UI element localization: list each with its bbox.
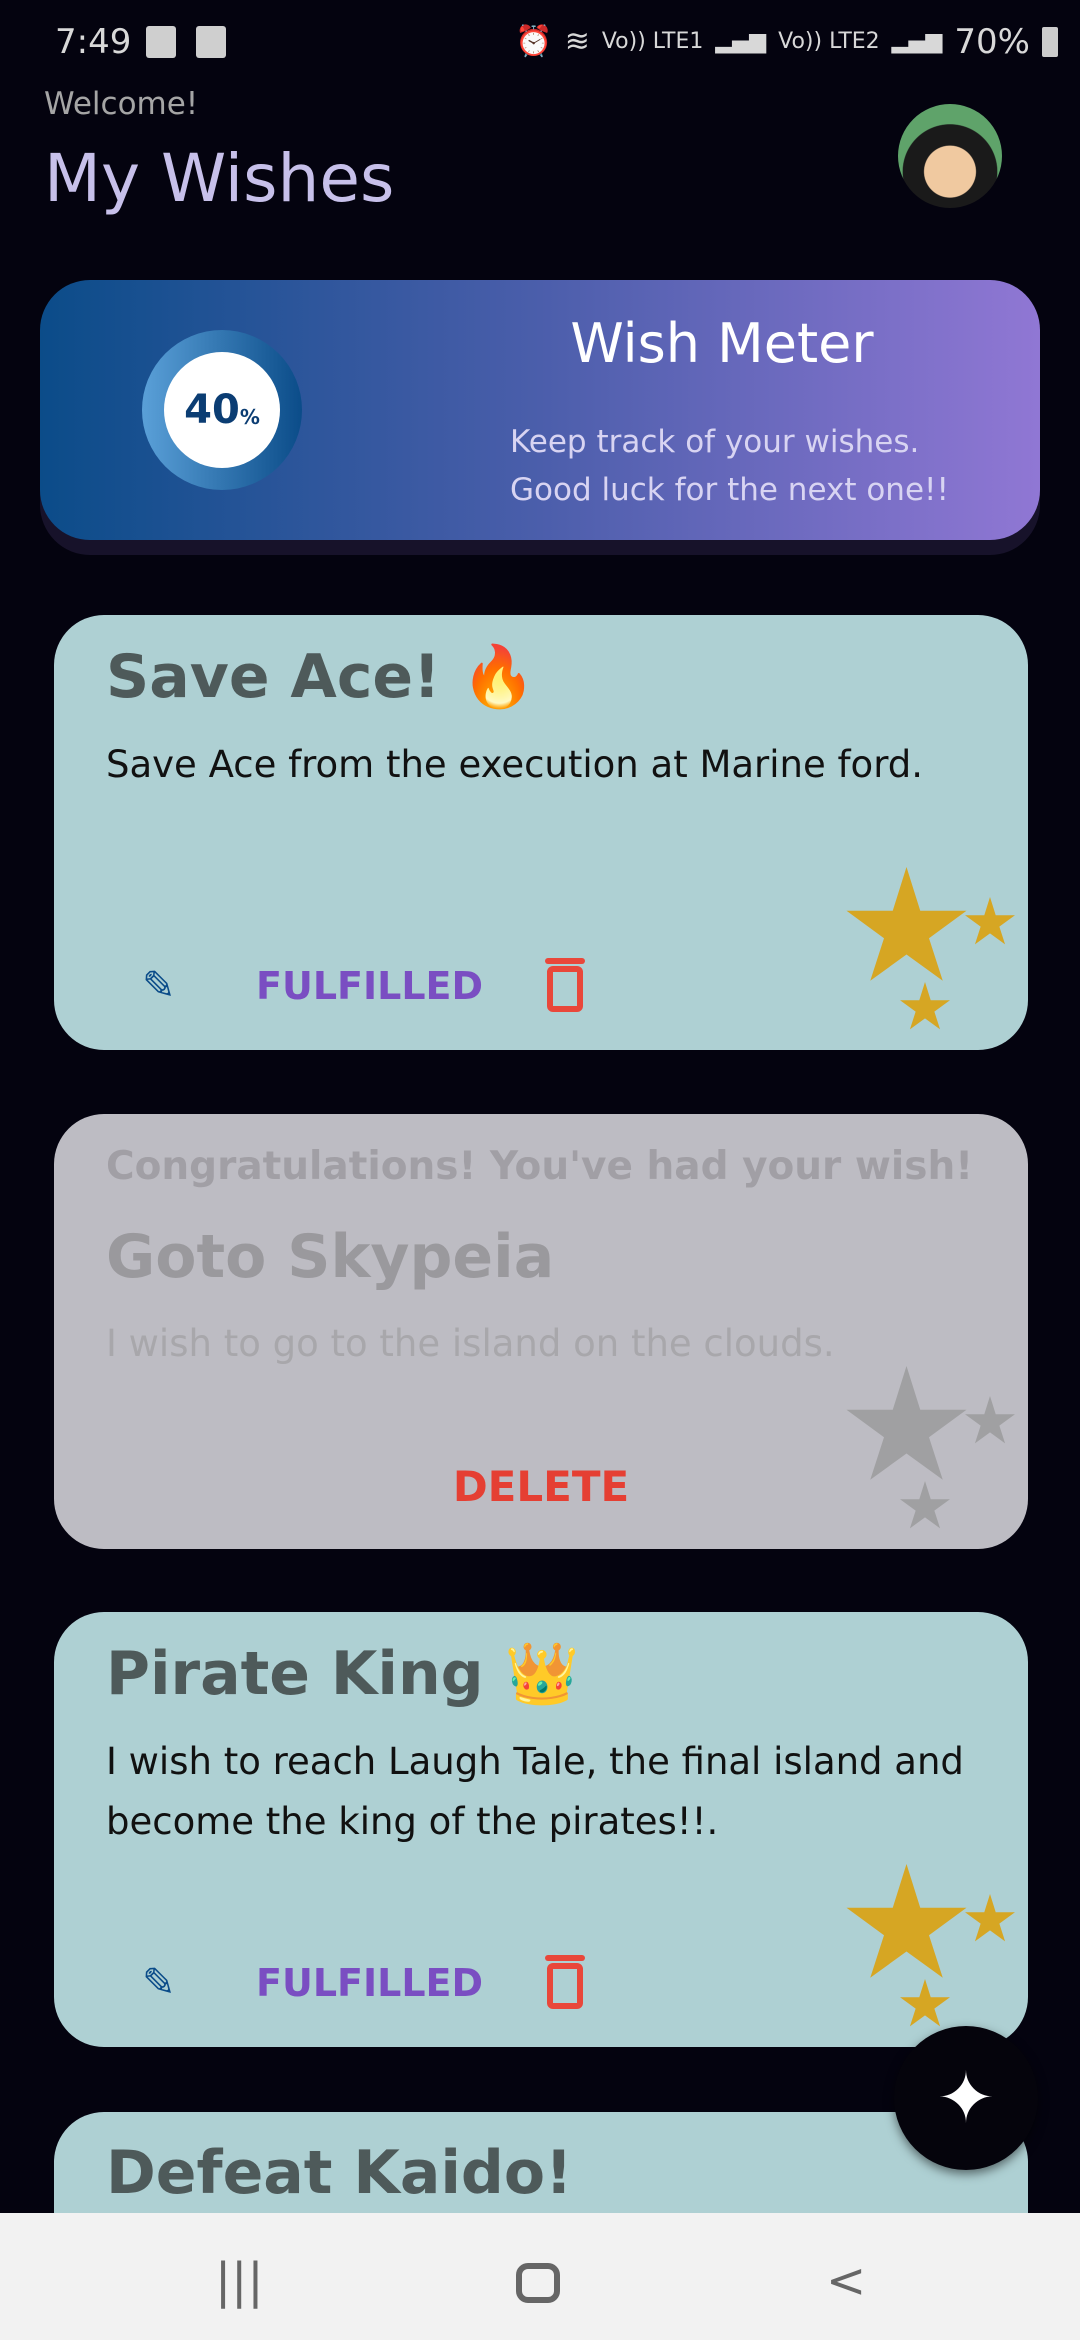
signal-icon: ▂▄▆ [891,29,943,54]
back-icon[interactable]: < [826,2253,866,2309]
wish-meter-subtitle: Keep track of your wishes. Good luck for… [510,418,949,514]
wish-card-fulfilled[interactable]: Congratulations! You've had your wish! G… [54,1114,1028,1549]
stars-decoration [844,1864,1024,2039]
system-nav-bar: ||| < [0,2213,1080,2340]
wish-title: Save Ace! 🔥 [106,642,537,712]
wish-meter-progress-ring: 40% [142,330,302,490]
status-bar: 7:49 ⏰ ≋ Vo)) LTE1 ▂▄▆ Vo)) LTE2 ▂▄▆ 70% [0,0,1080,80]
wish-description: Save Ace from the execution at Marine fo… [106,743,923,786]
fulfilled-button[interactable]: FULFILLED [256,964,483,1008]
wifi-icon: ≋ [564,24,590,59]
sim1-label: Vo)) LTE1 [601,29,704,54]
congrats-text: Congratulations! You've had your wish! [106,1144,974,1189]
wish-description: I wish to reach Laugh Tale, the final is… [106,1740,964,1843]
edit-icon[interactable]: ✎ [142,1961,192,2005]
alarm-icon: ⏰ [515,24,553,59]
stars-decoration [844,1366,1024,1541]
edit-icon[interactable]: ✎ [142,964,192,1008]
add-wish-fab[interactable]: ✦ [894,2026,1038,2170]
gallery-notification-icon [196,26,226,58]
subtitle-line: Keep track of your wishes. [510,424,920,460]
wish-card[interactable]: Pirate King 👑 I wish to reach Laugh Tale… [54,1612,1028,2047]
wish-title: Pirate King 👑 [106,1639,580,1709]
fulfilled-button[interactable]: FULFILLED [256,1961,483,2005]
battery-percent: 70% [954,22,1030,62]
subtitle-line: Good luck for the next one!! [510,472,949,508]
delete-icon[interactable] [545,958,586,1012]
percent-sign: % [239,405,260,429]
page-title: My Wishes [44,140,395,217]
battery-charging-icon [1042,27,1058,57]
sim2-label: Vo)) LTE2 [778,29,880,54]
avatar[interactable] [898,104,1002,208]
recents-icon[interactable]: ||| [215,2253,264,2309]
wish-meter-title: Wish Meter [570,312,874,375]
sparkle-icon: ✦ [936,2057,996,2139]
facebook-notification-icon [146,26,176,58]
status-time: 7:49 [55,22,132,62]
wish-title: Defeat Kaido! [106,2138,573,2208]
wish-meter-percent: 40 [184,387,240,433]
signal-icon: ▂▄▆ [715,29,767,54]
stars-decoration [844,867,1024,1042]
delete-icon[interactable] [545,1955,586,2009]
wish-card[interactable]: Defeat Kaido! [54,2112,1028,2213]
home-icon[interactable] [516,2263,560,2303]
welcome-text: Welcome! [44,86,199,122]
wish-description: I wish to go to the island on the clouds… [106,1322,835,1365]
wish-card[interactable]: Save Ace! 🔥 Save Ace from the execution … [54,615,1028,1050]
wish-title: Goto Skypeia [106,1222,555,1292]
